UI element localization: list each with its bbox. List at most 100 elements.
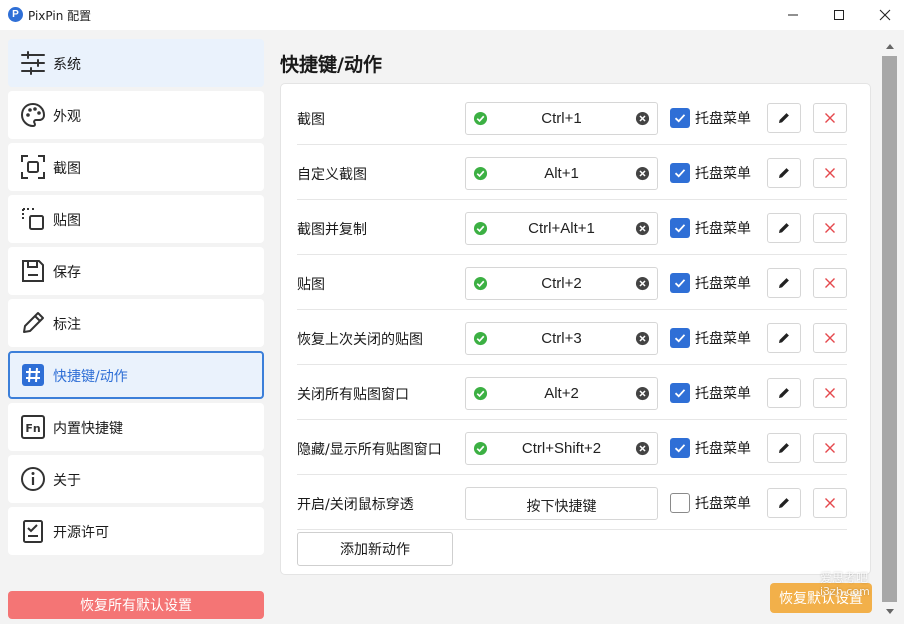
tray-menu-toggle[interactable]: 托盘菜单	[670, 272, 751, 294]
hotkey-input[interactable]: Alt+2	[465, 377, 658, 410]
edit-action-button[interactable]	[767, 488, 801, 518]
clear-hotkey-icon[interactable]	[635, 276, 650, 291]
screenshot-frame-icon	[21, 155, 45, 179]
tray-menu-checkbox[interactable]	[670, 438, 690, 458]
clear-hotkey-icon[interactable]	[635, 441, 650, 456]
tray-menu-toggle[interactable]: 托盘菜单	[670, 492, 751, 514]
delete-action-button[interactable]	[813, 323, 847, 353]
scroll-thumb[interactable]	[882, 56, 897, 602]
hash-icon	[22, 364, 44, 386]
edit-action-button[interactable]	[767, 158, 801, 188]
action-name: 隐藏/显示所有贴图窗口	[297, 442, 442, 458]
sidebar-item-label: 系统	[53, 57, 81, 73]
scroll-down-button[interactable]	[881, 604, 898, 620]
reset-all-defaults-button[interactable]: 恢复所有默认设置	[8, 591, 264, 619]
tray-menu-checkbox[interactable]	[670, 108, 690, 128]
tray-menu-label: 托盘菜单	[695, 166, 751, 182]
checkmark-icon	[674, 224, 686, 233]
delete-x-icon	[825, 223, 835, 233]
sidebar-item-label: 保存	[53, 265, 81, 281]
tray-menu-label: 托盘菜单	[695, 111, 751, 127]
delete-action-button[interactable]	[813, 213, 847, 243]
hotkey-value: Alt+1	[544, 165, 579, 182]
sidebar-item-save[interactable]: 保存	[8, 247, 264, 295]
hotkey-input[interactable]: Ctrl+1	[465, 102, 658, 135]
tray-menu-toggle[interactable]: 托盘菜单	[670, 217, 751, 239]
delete-action-button[interactable]	[813, 268, 847, 298]
checkmark-icon	[674, 334, 686, 343]
tray-menu-toggle[interactable]: 托盘菜单	[670, 107, 751, 129]
hotkey-value: 按下快捷键	[526, 499, 597, 515]
shortcut-row: 恢复上次关闭的贴图 Ctrl+3 托盘菜单	[297, 310, 847, 365]
sidebar-item-appearance[interactable]: 外观	[8, 91, 264, 139]
delete-action-button[interactable]	[813, 158, 847, 188]
tray-menu-checkbox[interactable]	[670, 218, 690, 238]
sidebar-item-pin[interactable]: 贴图	[8, 195, 264, 243]
scroll-down-arrow-icon	[885, 609, 894, 614]
hotkey-value: Ctrl+Shift+2	[521, 440, 602, 457]
clear-hotkey-icon[interactable]	[635, 386, 650, 401]
clear-hotkey-icon[interactable]	[635, 221, 650, 236]
action-name: 恢复上次关闭的贴图	[297, 332, 423, 348]
tray-menu-toggle[interactable]: 托盘菜单	[670, 437, 751, 459]
app-logo-icon: P	[8, 7, 23, 22]
hotkey-value: Ctrl+3	[541, 330, 582, 347]
vertical-scrollbar[interactable]	[881, 38, 898, 620]
tray-menu-label: 托盘菜单	[695, 386, 751, 402]
tray-menu-checkbox[interactable]	[670, 493, 690, 513]
close-icon	[879, 9, 891, 21]
clear-hotkey-icon[interactable]	[635, 166, 650, 181]
hotkey-input[interactable]: Ctrl+3	[465, 322, 658, 355]
edit-action-button[interactable]	[767, 213, 801, 243]
sidebar-item-annotate[interactable]: 标注	[8, 299, 264, 347]
tray-menu-checkbox[interactable]	[670, 383, 690, 403]
sidebar-item-shortcuts[interactable]: 快捷键/动作	[8, 351, 264, 399]
delete-x-icon	[825, 113, 835, 123]
tray-menu-toggle[interactable]: 托盘菜单	[670, 327, 751, 349]
sidebar-item-about[interactable]: 关于	[8, 455, 264, 503]
edit-action-button[interactable]	[767, 433, 801, 463]
hotkey-input[interactable]: Ctrl+2	[465, 267, 658, 300]
minimize-button[interactable]	[770, 0, 816, 30]
tray-menu-toggle[interactable]: 托盘菜单	[670, 382, 751, 404]
close-window-button[interactable]	[862, 0, 904, 30]
sidebar-item-screenshot[interactable]: 截图	[8, 143, 264, 191]
edit-action-button[interactable]	[767, 378, 801, 408]
hotkey-input[interactable]: Alt+1	[465, 157, 658, 190]
edit-pencil-icon	[779, 443, 789, 453]
license-checklist-icon	[23, 520, 43, 543]
edit-action-button[interactable]	[767, 103, 801, 133]
sidebar-item-licenses[interactable]: 开源许可	[8, 507, 264, 555]
maximize-button[interactable]	[816, 0, 862, 30]
sidebar-item-label: 贴图	[53, 213, 81, 229]
clear-hotkey-icon[interactable]	[635, 111, 650, 126]
hotkey-input[interactable]: Ctrl+Shift+2	[465, 432, 658, 465]
hotkey-input[interactable]: Ctrl+Alt+1	[465, 212, 658, 245]
window-title: PixPin 配置	[28, 9, 92, 23]
tray-menu-checkbox[interactable]	[670, 328, 690, 348]
tray-menu-checkbox[interactable]	[670, 273, 690, 293]
delete-action-button[interactable]	[813, 488, 847, 518]
sidebar-item-builtin-shortcuts[interactable]: Fn 内置快捷键	[8, 403, 264, 451]
hotkey-value: Ctrl+Alt+1	[528, 220, 595, 237]
tray-menu-label: 托盘菜单	[695, 331, 751, 347]
tray-menu-label: 托盘菜单	[695, 441, 751, 457]
shortcut-row: 截图并复制 Ctrl+Alt+1 托盘菜单	[297, 200, 847, 255]
delete-action-button[interactable]	[813, 103, 847, 133]
tray-menu-checkbox[interactable]	[670, 163, 690, 183]
title-bar: P PixPin 配置	[0, 0, 904, 30]
tray-menu-toggle[interactable]: 托盘菜单	[670, 162, 751, 184]
sidebar-item-system[interactable]: 系统	[8, 39, 264, 87]
edit-action-button[interactable]	[767, 323, 801, 353]
add-action-button[interactable]: 添加新动作	[297, 532, 453, 566]
minimize-icon	[788, 14, 798, 16]
scroll-up-button[interactable]	[881, 38, 898, 54]
delete-action-button[interactable]	[813, 378, 847, 408]
clear-hotkey-icon[interactable]	[635, 331, 650, 346]
edit-action-button[interactable]	[767, 268, 801, 298]
checkmark-icon	[674, 444, 686, 453]
delete-action-button[interactable]	[813, 433, 847, 463]
hotkey-input[interactable]: 按下快捷键	[465, 487, 658, 520]
watermark-line-1: 爱思考吧	[820, 571, 869, 585]
delete-x-icon	[825, 443, 835, 453]
